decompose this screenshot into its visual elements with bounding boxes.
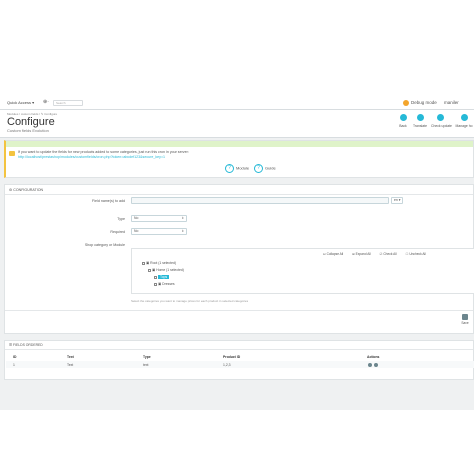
collapse-all-button[interactable]: ⊟ Collapse All [323,252,347,256]
type-select[interactable]: No ⇕ [131,215,187,222]
toolbar-manage-hooks-button[interactable]: Manage ho [455,114,473,128]
category-hint: Select the categories you want to manage… [131,299,249,303]
success-bar [6,141,473,147]
field-name-input[interactable] [131,197,389,204]
cell-id: 1 [13,363,15,367]
cron-notice: If you want to update the fields for new… [4,140,474,178]
cell-product-id: 1,2,3 [223,363,231,367]
table-row [6,361,474,368]
search-input[interactable]: Search [53,100,83,106]
uncheck-all-button[interactable]: ☐ Uncheck All [406,252,430,256]
save-button[interactable]: Save [458,314,472,325]
column-header-actions: Actions [367,355,380,359]
required-label: Required [110,230,125,234]
help-icon: ? [254,164,263,173]
debug-mode-icon [403,100,409,106]
toolbar-translate-button[interactable]: Translate [411,114,429,128]
tree-node-root[interactable]: ▣ Root (1 selected) [142,261,176,265]
guide-button[interactable]: ? Guide [254,164,276,173]
panel-title: ⚙ CONFIGURATION [9,188,44,192]
expand-all-button[interactable]: ⊞ Expand All [352,252,375,256]
module-button[interactable]: ? Module [225,164,249,173]
quick-access-menu[interactable]: Quick Access ▾ [7,100,34,105]
delete-icon[interactable] [374,363,378,367]
cell-text: Text [67,363,74,367]
update-icon [436,114,444,121]
notice-text: If you want to update the fields for new… [18,150,189,154]
tree-node-dresses[interactable]: ▣ Dresses [154,282,175,286]
type-label: Type [117,217,125,221]
shop-name-link[interactable]: maniler [444,100,459,105]
page-subtitle: Custom fields Evolution [7,128,49,133]
category-label: Shop category or Module [84,243,125,247]
configuration-panel: ⚙ CONFIGURATION Field name(s) to add en … [4,184,474,334]
list-title: ☰ FIELDS ORDERED [9,343,43,347]
check-all-button[interactable]: ☑ Check All [380,252,401,256]
toolbar-check-update-button[interactable]: Check update [431,114,452,128]
page-title: Configure [7,116,55,128]
info-icon [9,151,15,156]
save-icon [462,314,468,320]
tree-node-home[interactable]: ▣ Home (1 selected) [148,268,184,272]
hooks-icon [460,114,468,121]
fields-list-panel: ☰ FIELDS ORDERED ID Text Type Product ID… [4,340,474,380]
column-header-id[interactable]: ID [13,355,16,359]
cell-type: text [143,363,149,367]
back-icon [399,114,407,121]
divider [5,310,473,311]
checkbox[interactable] [142,261,145,265]
chevron-down-icon: ⇕ [181,216,184,220]
required-select[interactable]: No ⇕ [131,228,187,235]
translate-icon [416,114,424,121]
divider [5,349,473,350]
toolbar-back-button[interactable]: Back [394,114,412,128]
top-bar: Quick Access ▾ ⊕· Search Debug mode mani… [0,96,474,110]
checkbox[interactable] [148,268,151,272]
edit-icon[interactable] [368,363,372,367]
checkbox[interactable] [154,282,157,286]
cron-url-link[interactable]: http://localhost/prestashop/modules/cust… [18,155,165,159]
help-icon: ? [225,164,234,173]
tree-node-tops[interactable]: Tops [154,275,170,279]
column-header-text[interactable]: Text [67,355,74,359]
language-select[interactable]: en ▾ [391,197,403,204]
screen: Quick Access ▾ ⊕· Search Debug mode mani… [0,96,474,410]
column-header-product-id[interactable]: Product ID [223,355,240,359]
divider [5,194,473,195]
column-header-type[interactable]: Type [143,355,151,359]
chevron-down-icon: ⇕ [181,229,184,233]
checkbox[interactable] [154,275,157,279]
tree-controls: ⊟ Collapse All ⊞ Expand All ☑ Check All … [323,252,434,256]
page-header: Modules / custom fields / ✎ Configure Co… [0,110,474,138]
debug-mode-label[interactable]: Debug mode [411,100,437,105]
field-name-label: Field name(s) to add [92,199,125,203]
add-shortcut-icon[interactable]: ⊕· [43,99,49,105]
